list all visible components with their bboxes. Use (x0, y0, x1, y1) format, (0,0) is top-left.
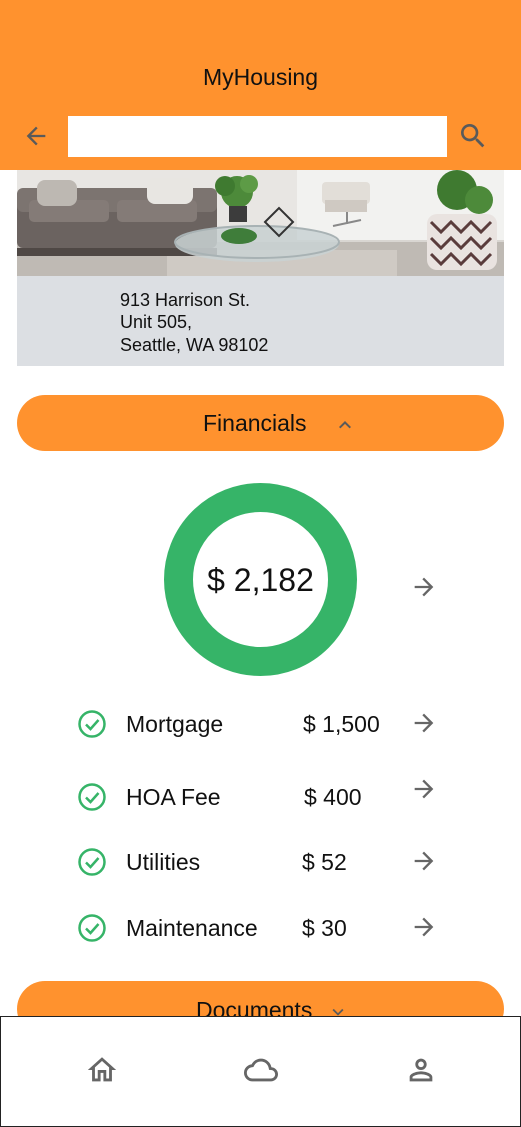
item-amount: $ 1,500 (303, 711, 380, 737)
financials-toggle[interactable]: Financials (17, 395, 504, 451)
search-input[interactable] (68, 116, 447, 157)
home-icon (87, 1057, 117, 1082)
cloud-icon (244, 1058, 278, 1082)
item-amount: $ 30 (302, 915, 347, 941)
bottom-navigation (0, 1016, 521, 1127)
back-button[interactable] (22, 122, 50, 150)
property-photo (17, 170, 504, 276)
nav-profile-button[interactable] (404, 1053, 438, 1087)
total-amount: $ 2,182 (207, 562, 314, 598)
nav-cloud-button[interactable] (244, 1053, 278, 1087)
arrow-right-icon[interactable] (410, 847, 438, 875)
app-screen: MyHousing 913 Harrison St. Unit 505, Sea… (0, 0, 521, 1127)
list-item-hoa-fee[interactable]: HOA Fee $ 400 (0, 777, 521, 817)
check-circle-icon (78, 783, 106, 811)
arrow-right-icon[interactable] (410, 775, 438, 803)
list-item-maintenance[interactable]: Maintenance $ 30 (0, 908, 521, 948)
arrow-right-icon[interactable] (410, 709, 438, 737)
list-item-mortgage[interactable]: Mortgage $ 1,500 (0, 704, 521, 744)
arrow-right-icon[interactable] (410, 913, 438, 941)
item-amount: $ 400 (304, 784, 362, 810)
address-city: Seattle, WA 98102 (120, 335, 269, 355)
profile-icon (409, 1058, 433, 1082)
check-circle-icon (78, 848, 106, 876)
check-circle-icon (78, 914, 106, 942)
item-label: Maintenance (126, 915, 258, 941)
search-icon (461, 124, 485, 148)
property-address: 913 Harrison St. Unit 505, Seattle, WA 9… (17, 276, 504, 366)
item-amount: $ 52 (302, 849, 347, 875)
arrow-left-icon (26, 126, 46, 146)
address-unit: Unit 505, (120, 312, 193, 332)
chevron-up-icon (339, 421, 351, 429)
total-details-button[interactable] (410, 573, 438, 601)
check-circle-icon (78, 710, 106, 738)
address-street: 913 Harrison St. (120, 290, 251, 310)
item-label: Mortgage (126, 711, 224, 737)
financials-label: Financials (203, 410, 307, 436)
app-title: MyHousing (202, 64, 319, 90)
item-label: HOA Fee (126, 784, 221, 810)
search-button[interactable] (457, 120, 489, 152)
app-header: MyHousing (0, 0, 521, 170)
arrow-right-icon (414, 577, 434, 597)
list-item-utilities[interactable]: Utilities $ 52 (0, 842, 521, 882)
item-label: Utilities (126, 849, 201, 875)
nav-home-button[interactable] (85, 1053, 119, 1087)
